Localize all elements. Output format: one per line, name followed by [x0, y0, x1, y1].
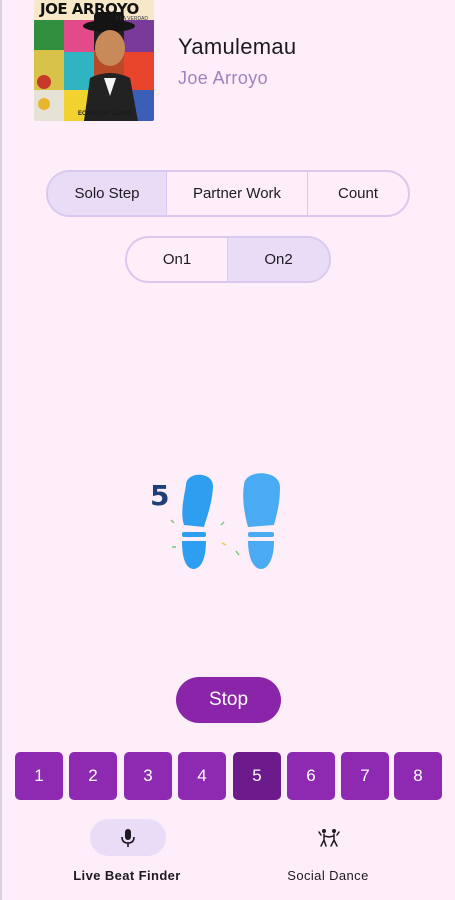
nav-pill-live-beat-finder[interactable] [90, 819, 166, 856]
mode-selector: Solo Step Partner Work Count [46, 170, 410, 217]
beat-button-7[interactable]: 7 [341, 752, 389, 800]
track-title: Yamulemau [178, 34, 297, 59]
nav-item-live-beat-finder[interactable]: Live Beat Finder [27, 812, 227, 892]
bottom-navigation: Live Beat Finder Social Dance [0, 812, 455, 900]
beat-button-4[interactable]: 4 [178, 752, 226, 800]
couple-dance-icon [318, 828, 340, 847]
nav-item-social-dance[interactable]: Social Dance [228, 812, 428, 892]
album-art: JOE ARROYO Y LA VERDAD ECHAO PA' LANTE [34, 0, 154, 121]
mode-option-count[interactable]: Count [308, 172, 408, 215]
album-art-bottom-text: ECHAO PA' LANTE [78, 111, 133, 117]
beat-counter-row: 1 2 3 4 5 6 7 8 [15, 752, 442, 800]
timing-option-on2[interactable]: On2 [228, 238, 329, 281]
left-edge-border [0, 0, 2, 900]
beat-button-8[interactable]: 8 [394, 752, 442, 800]
beat-button-3[interactable]: 3 [124, 752, 172, 800]
nav-label-social-dance: Social Dance [287, 868, 369, 883]
mode-option-partner-work[interactable]: Partner Work [167, 172, 308, 215]
mode-option-solo-step[interactable]: Solo Step [48, 172, 167, 215]
timing-selector: On1 On2 [125, 236, 331, 283]
now-playing-header: JOE ARROYO Y LA VERDAD ECHAO PA' LANTE Y… [0, 0, 455, 130]
stop-button[interactable]: Stop [176, 677, 281, 723]
beat-button-1[interactable]: 1 [15, 752, 63, 800]
beat-button-2[interactable]: 2 [69, 752, 117, 800]
beat-button-6[interactable]: 6 [287, 752, 335, 800]
nav-label-live-beat-finder: Live Beat Finder [73, 868, 181, 883]
beat-button-5[interactable]: 5 [233, 752, 281, 800]
track-artist: Joe Arroyo [178, 68, 269, 88]
nav-pill-social-dance[interactable] [291, 819, 367, 856]
album-art-sub-text: Y LA VERDAD [115, 16, 148, 22]
microphone-icon [121, 828, 135, 847]
timing-option-on1[interactable]: On1 [127, 238, 228, 281]
footprints-icon [140, 465, 300, 585]
